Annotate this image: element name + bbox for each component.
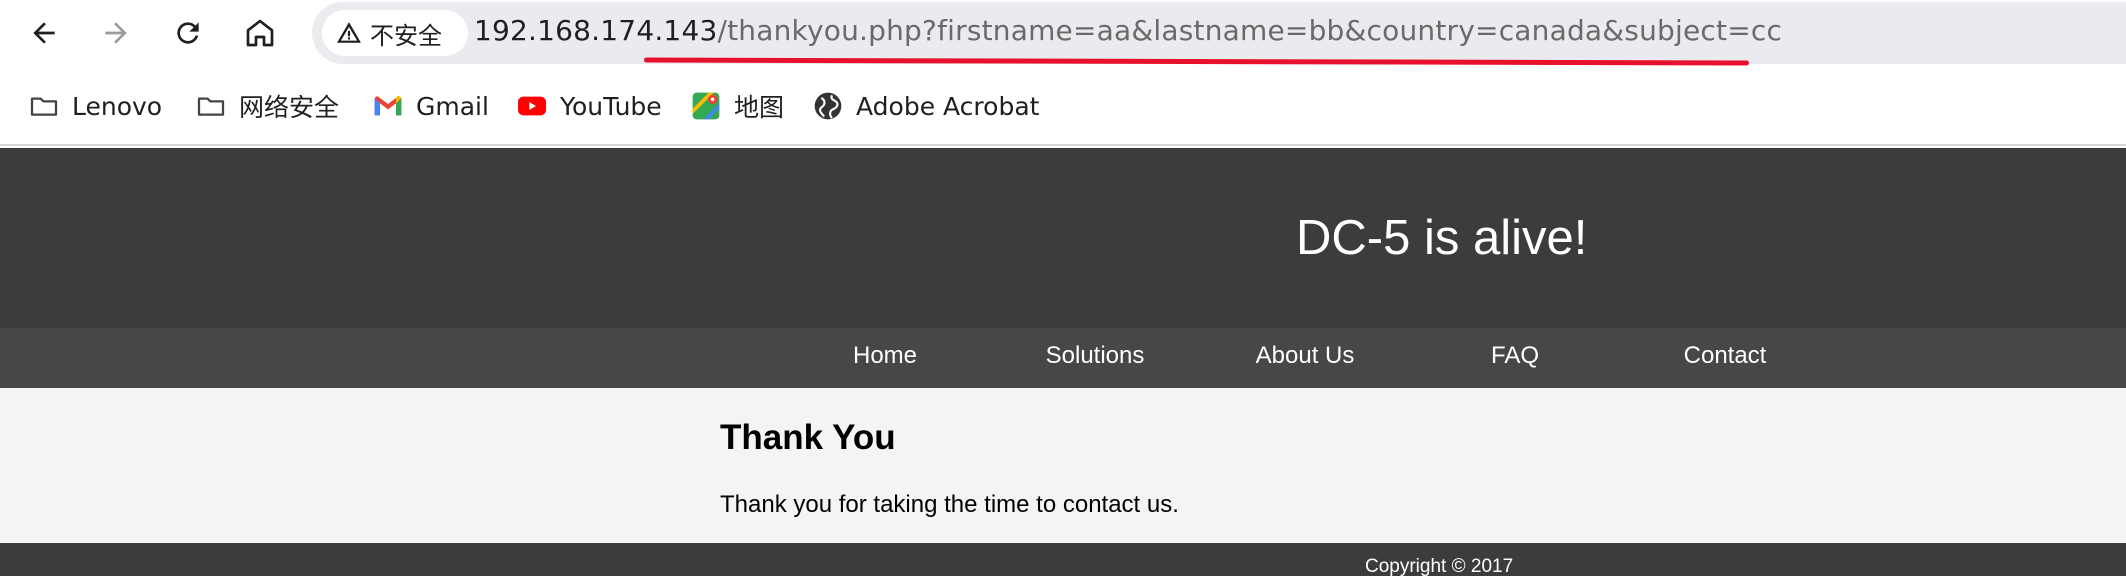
site-footer: Copyright © 2017 bbox=[0, 543, 2126, 577]
main-content: Thank You Thank you for taking the time … bbox=[0, 388, 2126, 543]
bookmark-label: Gmail bbox=[416, 91, 489, 121]
back-arrow-icon bbox=[33, 22, 55, 44]
site-nav: Home Solutions About Us FAQ Contact bbox=[0, 328, 2126, 388]
bookmark-youtube[interactable]: YouTube bbox=[516, 86, 662, 126]
site-title: DC-5 is alive! bbox=[1296, 211, 1588, 265]
bookmark-label: Adobe Acrobat bbox=[856, 91, 1040, 121]
bookmark-network-security[interactable]: 网络安全 bbox=[195, 86, 339, 126]
bookmarks-bar: Lenovo 网络安全 Gmail YouTube 地图 Adobe Acrob… bbox=[0, 66, 2126, 146]
security-indicator[interactable]: 不安全 bbox=[322, 10, 468, 56]
forward-button[interactable] bbox=[92, 9, 140, 57]
url-host: 192.168.174.143 bbox=[474, 14, 718, 47]
bookmark-label: 网络安全 bbox=[239, 93, 340, 122]
site-header: DC-5 is alive! bbox=[0, 148, 2126, 328]
home-icon bbox=[246, 19, 274, 47]
address-bar[interactable]: 不安全 192.168.174.143/thankyou.php?firstna… bbox=[312, 2, 2126, 64]
reload-button[interactable] bbox=[164, 9, 212, 57]
nav-solutions[interactable]: Solutions bbox=[990, 342, 1200, 370]
gmail-icon bbox=[374, 95, 402, 116]
reload-icon bbox=[177, 22, 199, 44]
warning-triangle-icon bbox=[337, 22, 361, 43]
forward-arrow-icon bbox=[105, 22, 127, 44]
home-button[interactable] bbox=[236, 9, 284, 57]
bookmark-gmail[interactable]: Gmail bbox=[372, 86, 489, 126]
folder-icon bbox=[30, 97, 58, 116]
thank-you-message: Thank you for taking the time to contact… bbox=[720, 491, 1179, 518]
copyright-text: Copyright © 2017 bbox=[1365, 556, 1514, 577]
page-heading: Thank You bbox=[720, 418, 896, 457]
back-button[interactable] bbox=[20, 9, 68, 57]
bookmark-maps[interactable]: 地图 bbox=[690, 86, 784, 126]
bookmark-label: Lenovo bbox=[72, 91, 163, 121]
browser-toolbar: 不安全 192.168.174.143/thankyou.php?firstna… bbox=[0, 0, 2126, 66]
maps-icon bbox=[692, 92, 720, 120]
bookmark-label: YouTube bbox=[560, 91, 662, 121]
nav-faq[interactable]: FAQ bbox=[1410, 342, 1620, 370]
bookmark-lenovo[interactable]: Lenovo bbox=[28, 86, 162, 126]
nav-about-us[interactable]: About Us bbox=[1200, 342, 1410, 370]
nav-home[interactable]: Home bbox=[780, 342, 990, 370]
folder-icon bbox=[197, 97, 225, 116]
bookmark-label: 地图 bbox=[734, 93, 785, 122]
bookmark-adobe-acrobat[interactable]: Adobe Acrobat bbox=[812, 86, 1039, 126]
url-text[interactable]: 192.168.174.143/thankyou.php?firstname=a… bbox=[474, 14, 1782, 47]
nav-contact[interactable]: Contact bbox=[1620, 342, 1830, 370]
url-path: /thankyou.php?firstname=aa&lastname=bb&c… bbox=[717, 14, 1783, 47]
youtube-icon bbox=[518, 96, 546, 116]
globe-icon bbox=[814, 92, 842, 120]
security-label: 不安全 bbox=[370, 21, 442, 50]
